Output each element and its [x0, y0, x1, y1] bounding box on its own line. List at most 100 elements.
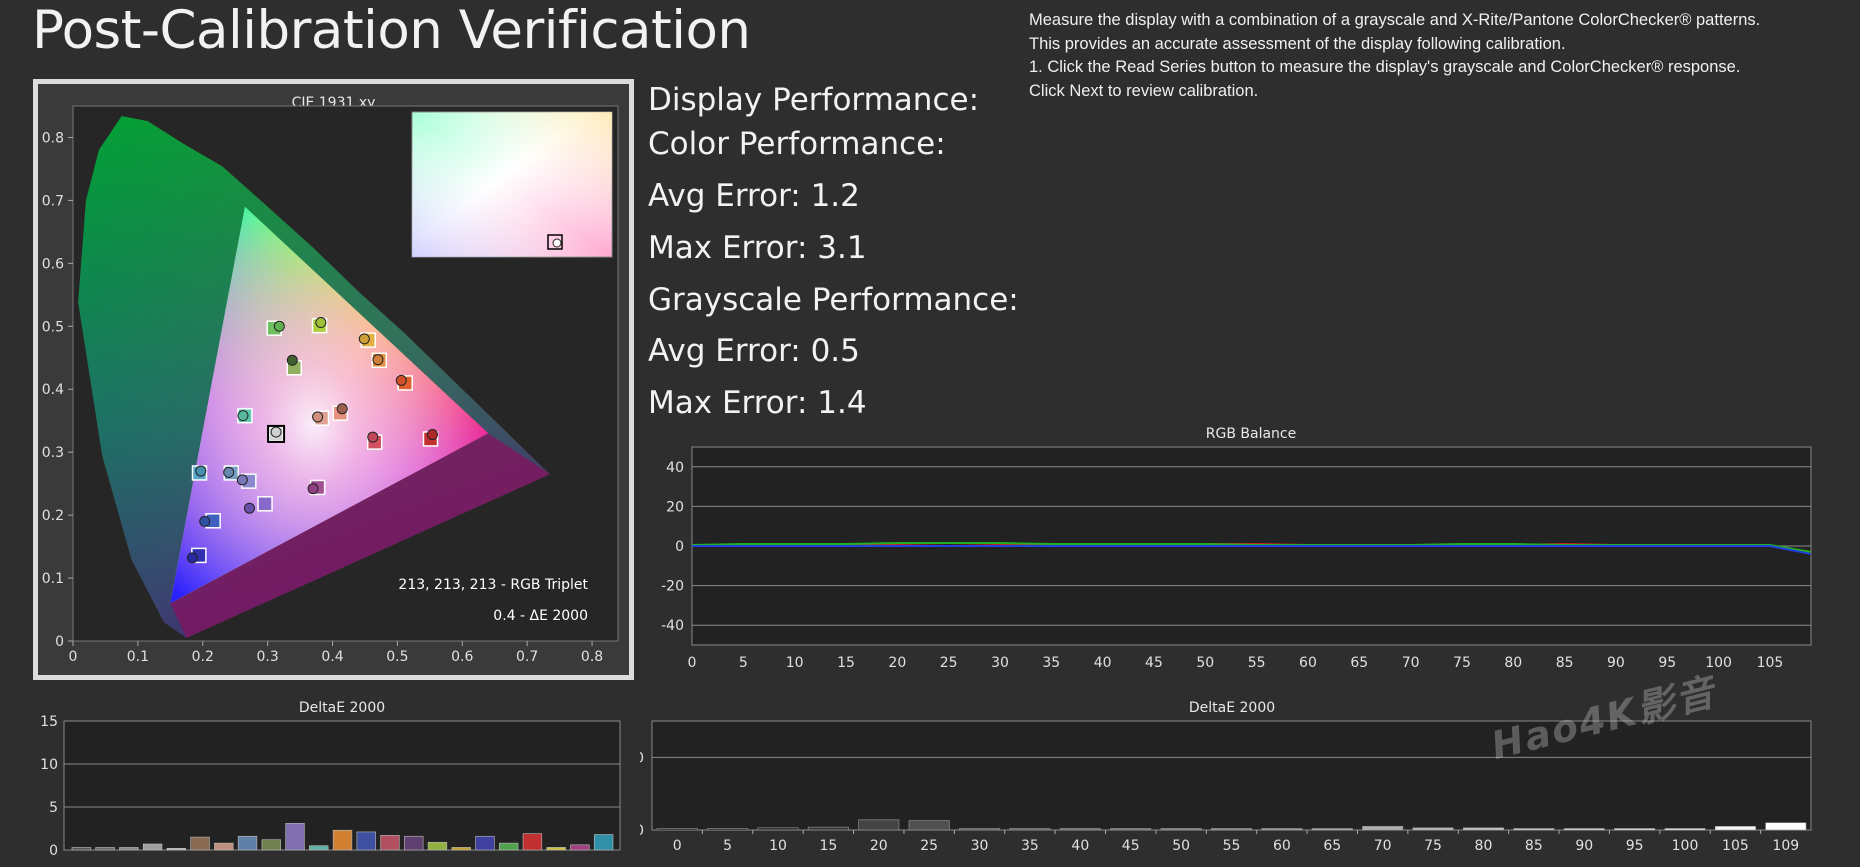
- x-tick-label: 75: [1453, 655, 1471, 671]
- x-tick-label: 0.3: [257, 649, 279, 665]
- instruction-line: 1. Click the Read Series button to measu…: [1029, 58, 1741, 76]
- page-title: Post-Calibration Verification: [32, 0, 751, 61]
- y-tick-label: 0.5: [42, 319, 64, 335]
- instruction-line: This provides an accurate assessment of …: [1029, 34, 1566, 53]
- y-tick-label: 0.4: [42, 382, 64, 398]
- y-tick-label: 10: [640, 750, 644, 766]
- measured-point: [312, 411, 324, 423]
- x-tick-label: 10: [769, 838, 787, 854]
- x-tick-label: 90: [1607, 655, 1625, 671]
- x-tick-label: 80: [1475, 838, 1493, 854]
- x-tick-label: 30: [971, 838, 989, 854]
- deltae-bar: [214, 842, 234, 851]
- x-tick-label: 70: [1374, 838, 1392, 854]
- x-tick-label: 90: [1575, 838, 1593, 854]
- deltae-bar: [95, 847, 115, 851]
- measured-point: [195, 465, 207, 477]
- deltae-color-chart: 15 10 5 0: [40, 714, 621, 859]
- measured-point: [236, 474, 248, 486]
- deltae-bar: [404, 835, 424, 851]
- deltae-bar: [1311, 828, 1353, 831]
- deltae-bar: [1211, 828, 1252, 831]
- cie-chart-panel: CIE 1931 xy 0 0.1 0.2 0.3 0.4 0.5 0.6 0.7 0: [33, 79, 634, 680]
- measured-point: [237, 410, 249, 422]
- deltae-bar: [1362, 826, 1404, 831]
- deltae-bar: [1614, 828, 1656, 831]
- y-tick-label: 0.2: [42, 508, 64, 524]
- x-tick-label: 40: [1071, 838, 1089, 854]
- deltae-plot-area: [651, 720, 1812, 831]
- cie-chart: 0 0.1 0.2 0.3 0.4 0.5 0.6 0.7 0.8 0 0.1 0.2 0.3 0.4 0.…: [42, 105, 619, 665]
- deltae-bar: [1513, 828, 1555, 831]
- deltae-bar: [332, 829, 353, 851]
- x-tick-label: 15: [819, 838, 837, 854]
- x-tick-label: 0.7: [516, 649, 538, 665]
- deltae-bar: [807, 826, 849, 831]
- x-tick-label: 50: [1196, 655, 1214, 671]
- deltae-bar: [309, 845, 329, 851]
- measured-point: [372, 354, 384, 366]
- deltae-bar: [190, 836, 210, 851]
- measured-point: [358, 333, 370, 345]
- grayscale-performance-heading: Grayscale Performance:: [648, 282, 1019, 318]
- measured-point: [286, 354, 298, 366]
- deltae-bar: [1009, 828, 1051, 831]
- deltae-bar: [237, 835, 258, 851]
- y-tick-label: 10: [40, 757, 58, 773]
- deltae-bar: [1412, 827, 1454, 831]
- y-tick-label: -40: [661, 618, 684, 634]
- x-tick-label: 55: [1248, 655, 1266, 671]
- measured-point: [307, 483, 319, 495]
- y-tick-label: -20: [661, 579, 684, 595]
- y-tick-label: 15: [40, 714, 58, 730]
- measured-point: [315, 317, 327, 329]
- deltae-bar: [166, 847, 186, 851]
- deltae-bar: [593, 834, 614, 851]
- deltae-bar: [570, 844, 590, 851]
- measured-point: [186, 552, 198, 564]
- x-tick-label: 0.8: [581, 649, 603, 665]
- color-avg-error: Avg Error: 1.2: [648, 178, 860, 214]
- x-tick-label: 105: [1757, 655, 1784, 671]
- y-tick-label: 5: [49, 800, 58, 816]
- x-tick-label: 65: [1350, 655, 1368, 671]
- y-tick-label: 0: [640, 823, 644, 839]
- rgb-balance-chart: 40 20 0 -20 -40 0 5 10 15 20 25 30 35 40 45 50 55 60 65 70 7…: [661, 446, 1812, 671]
- x-tick-label: 25: [940, 655, 958, 671]
- deltae-bar: [380, 835, 400, 851]
- deltae-bar: [499, 842, 519, 851]
- deltae-bar: [1714, 826, 1756, 831]
- x-tick-label: 55: [1223, 838, 1241, 854]
- deltae-bar: [757, 827, 799, 831]
- y-tick-label: 0: [49, 843, 58, 859]
- x-tick-label: 85: [1525, 838, 1543, 854]
- y-tick-label: 0.3: [42, 445, 64, 461]
- deltae-bar: [1160, 828, 1202, 831]
- deltae-bar: [1664, 828, 1706, 831]
- instruction-line: Measure the display with a combination o…: [1029, 11, 1761, 29]
- x-tick-label: 0: [688, 655, 697, 671]
- deltae-bar: [71, 847, 92, 851]
- measured-point: [426, 429, 438, 441]
- x-tick-label: 40: [1094, 655, 1112, 671]
- x-tick-label: 0.4: [321, 649, 343, 665]
- deltae-bar: [427, 841, 448, 851]
- x-tick-label: 70: [1402, 655, 1420, 671]
- x-tick-label: 0.1: [127, 649, 149, 665]
- x-tick-label: 0.2: [192, 649, 214, 665]
- deltae-bar: [1059, 828, 1101, 831]
- measured-point: [367, 431, 379, 443]
- x-tick-label: 0: [673, 838, 682, 854]
- measured-point: [395, 374, 407, 386]
- x-tick-label: 45: [1122, 838, 1140, 854]
- instructions-text: Measure the display with a combination o…: [1029, 9, 1849, 103]
- deltae-bar: [546, 847, 566, 851]
- deltae-bar: [1261, 828, 1303, 831]
- y-tick-label: 0.7: [42, 193, 64, 209]
- x-tick-label: 0.6: [451, 649, 473, 665]
- x-tick-label: 45: [1145, 655, 1163, 671]
- x-tick-label: 35: [1021, 838, 1039, 854]
- y-tick-label: 0: [675, 539, 684, 555]
- deltae-bar: [1110, 828, 1152, 831]
- measured-point: [270, 426, 282, 438]
